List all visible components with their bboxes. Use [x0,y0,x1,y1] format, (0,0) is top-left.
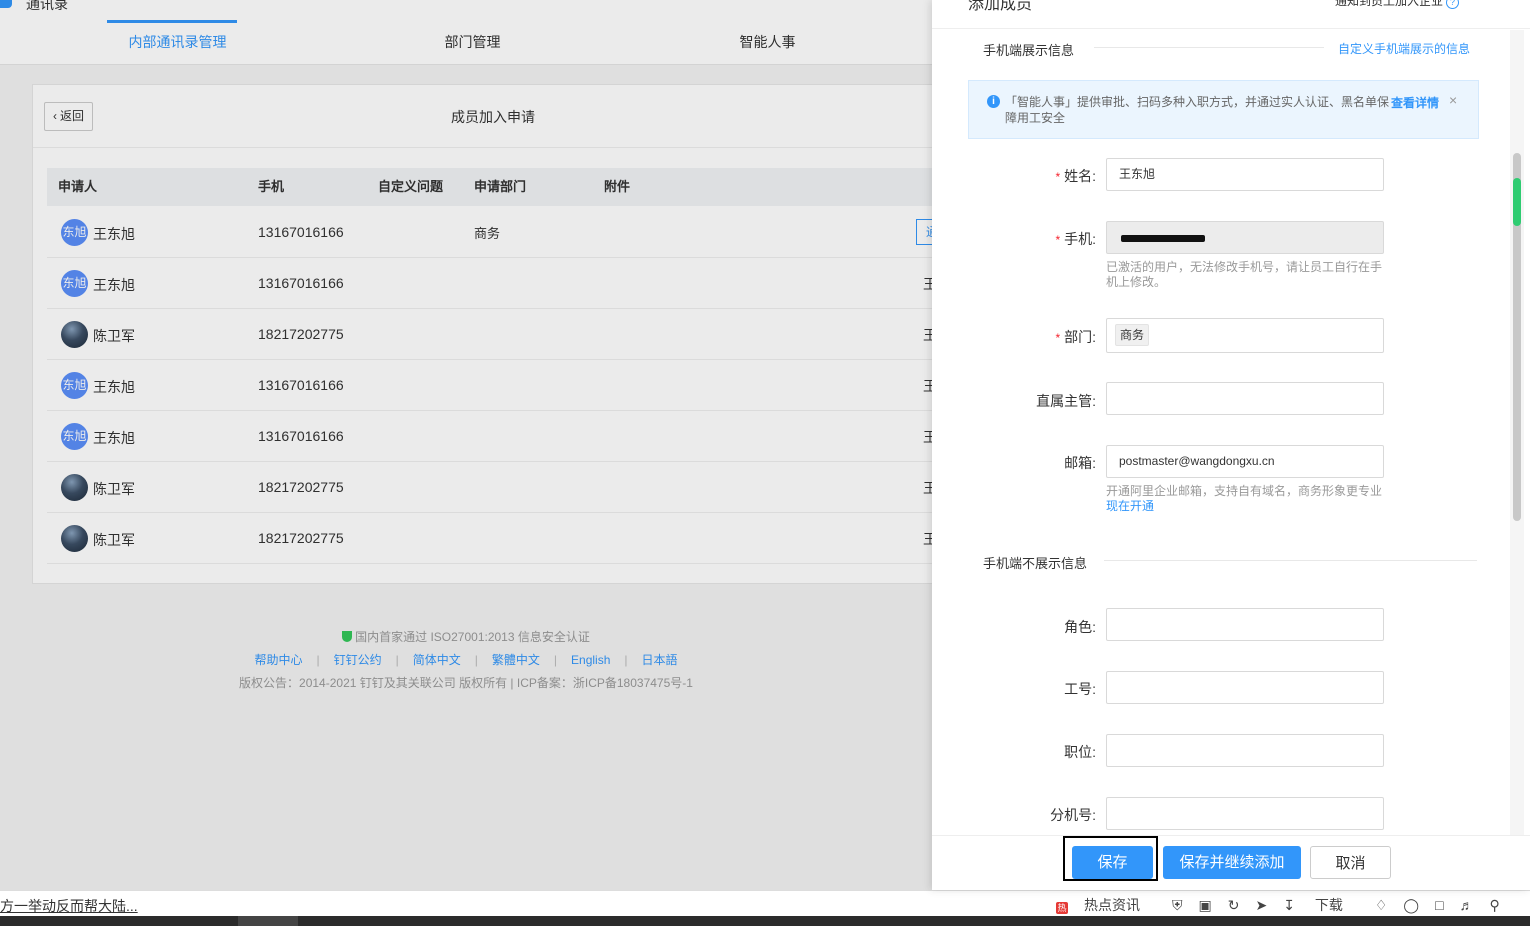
name-input[interactable]: 王东旭 [1106,158,1384,191]
phone-input [1106,221,1384,254]
divider [1094,47,1324,48]
add-member-drawer: 添加成员 通知到员工加入企业? 手机端展示信息 自定义手机端展示的信息 i 「智… [932,0,1530,890]
drawer-actions: 保存 保存并继续添加 取消 [932,835,1530,890]
drawer-title: 添加成员 [968,0,1033,13]
news-icon: 热 [1056,902,1068,914]
email-label: 邮箱: [1064,455,1096,471]
redacted-phone [1121,235,1205,242]
email-helper-text: 开通阿里企业邮箱，支持自有域名，商务形象更专业 [1106,484,1383,498]
notice-text: 「智能人事」提供审批、扫码多种入职方式，并通过实人认证、黑名单保障用工安全 [1005,95,1390,125]
close-icon[interactable]: × [1449,92,1457,108]
email-helper: 开通阿里企业邮箱，支持自有域名，商务形象更专业 现在开通 [1106,484,1391,514]
notify-hint: 通知到员工加入企业? [1335,0,1460,9]
notify-hint-text: 通知到员工加入企业 [1335,0,1444,8]
email-input[interactable]: postmaster@wangdongxu.cn [1106,445,1384,478]
taskbar-item[interactable] [238,916,298,926]
smart-hr-notice: i 「智能人事」提供审批、扫码多种入职方式，并通过实人认证、黑名单保障用工安全 … [968,80,1479,139]
activate-email-link[interactable]: 现在开通 [1106,499,1154,513]
hot-news-button[interactable]: 热 热点资讯 [1056,895,1156,915]
customize-mobile-fields-link[interactable]: 自定义手机端展示的信息 [1338,40,1470,57]
shield-icon[interactable]: ⛨ [1172,897,1183,914]
download-icon: ↧ [1283,897,1295,913]
drawer-scrollbar[interactable] [1510,30,1524,835]
section-mobile-visible: 手机端展示信息 [983,43,1075,58]
hot-news-label: 热点资讯 [1084,897,1140,913]
save-and-continue-button[interactable]: 保存并继续添加 [1163,846,1301,879]
phone-label-text: 手机: [1064,231,1096,247]
position-label: 职位: [1064,744,1096,760]
window-icon[interactable]: □ [1435,897,1443,913]
department-tag: 商务 [1115,324,1150,346]
manager-input[interactable] [1106,382,1384,415]
extension-input[interactable] [1106,797,1384,830]
role-input[interactable] [1106,608,1384,641]
employee-id-input[interactable] [1106,671,1384,704]
browser-status-bar: 方一举动反而帮大陆... 热 热点资讯 ⛨ ▣ ↻ ➤ ↧ 下载 ♢ ◯ □ ♬ … [0,890,1530,917]
divider [932,28,1530,29]
role-label: 角色: [1064,619,1096,635]
extension-label: 分机号: [1050,807,1096,823]
download-label: 下载 [1314,897,1343,913]
os-taskbar [0,916,1530,926]
position-input[interactable] [1106,734,1384,767]
divider [1104,560,1477,561]
required-marker: * [1055,331,1061,345]
refresh-icon[interactable]: ↻ [1228,897,1240,914]
name-label-text: 姓名: [1064,168,1096,184]
image-icon[interactable]: ▣ [1199,897,1212,914]
department-label: * 部门: [996,327,1096,347]
required-marker: * [1055,233,1061,247]
phone-label: * 手机: [996,229,1096,249]
rocket-icon[interactable]: ➤ [1255,897,1267,914]
cancel-button[interactable]: 取消 [1310,846,1391,879]
section-mobile-hidden: 手机端不展示信息 [983,556,1088,571]
search-icon[interactable]: ⚲ [1490,897,1500,914]
save-button[interactable]: 保存 [1072,846,1153,879]
phone-helper: 已激活的用户，无法修改手机号，请让员工自行在手机上修改。 [1106,260,1383,289]
department-label-text: 部门: [1064,329,1096,345]
info-icon: i [987,95,1000,108]
manager-label: 直属主管: [1036,393,1096,409]
volume-icon[interactable]: ♬ [1460,897,1474,913]
help-icon[interactable]: ? [1446,0,1460,9]
name-label: * 姓名: [996,166,1096,186]
download-button[interactable]: ↧ 下载 [1283,895,1359,915]
modal-overlay[interactable] [0,0,932,890]
extension-icon[interactable]: ♢ [1375,897,1388,914]
department-select[interactable]: 商务 [1106,318,1384,353]
news-ticker[interactable]: 方一举动反而帮大陆... [0,896,138,916]
scroll-indicator [1513,178,1521,226]
status-tools: 热 热点资讯 ⛨ ▣ ↻ ➤ ↧ 下载 ♢ ◯ □ ♬ ⚲ [1056,895,1516,915]
view-details-link[interactable]: 查看详情 [1391,94,1439,111]
required-marker: * [1055,170,1061,184]
employee-id-label: 工号: [1064,681,1096,697]
browser-icon[interactable]: ◯ [1403,897,1419,914]
